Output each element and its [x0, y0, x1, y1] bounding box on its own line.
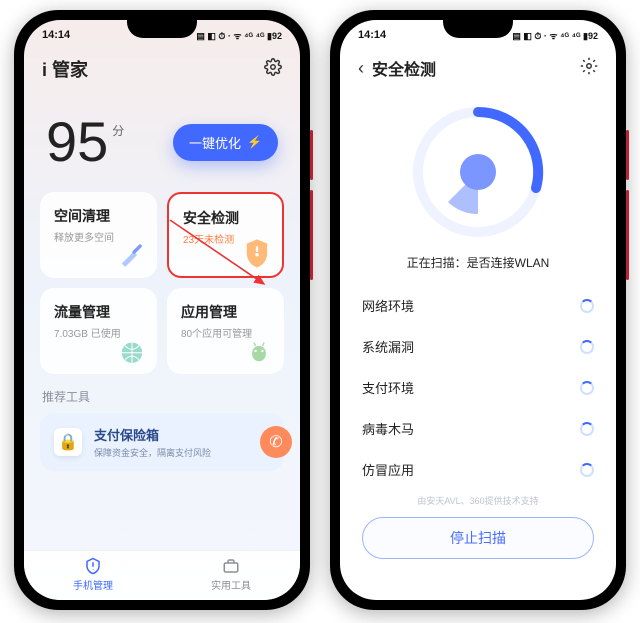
feature-grid: 空间清理 释放更多空间 安全检测 23天未检测 流量管理 7.03GB 已使用 … — [24, 192, 300, 374]
back-icon[interactable]: ‹ — [358, 58, 364, 79]
provider-credit: 由安天AVL、360提供技术支持 — [340, 490, 616, 511]
status-time: 14:14 — [358, 29, 386, 41]
spinner-icon — [580, 340, 594, 354]
spinner-icon — [580, 463, 594, 477]
gear-icon[interactable] — [264, 58, 282, 81]
spinner-icon — [580, 381, 594, 395]
scan-progress-ring — [408, 102, 548, 242]
shield-warn-icon — [240, 236, 274, 270]
check-row: 仿冒应用 — [362, 449, 594, 490]
spinner-icon — [580, 422, 594, 436]
phone-left: 14:14 ▤ ◧ ⏱ · ᯤ ⁴ᴳ ⁴ᴳ ▮92 i 管家 95 分 一键优化… — [14, 10, 310, 610]
app-title: i 管家 — [42, 56, 88, 82]
bottom-nav: 手机管理 实用工具 — [24, 550, 300, 600]
check-row: 网络环境 — [362, 285, 594, 326]
check-list: 网络环境 系统漏洞 支付环境 病毒木马 仿冒应用 — [340, 279, 616, 490]
bolt-icon: ⚡ — [247, 135, 262, 149]
check-row: 支付环境 — [362, 367, 594, 408]
phone-right: 14:14 ▤ ◧ ⏱ · ᯤ ⁴ᴳ ⁴ᴳ ▮92 ‹ 安全检测 — [330, 10, 626, 610]
page-title: 安全检测 — [372, 56, 436, 80]
check-row: 病毒木马 — [362, 408, 594, 449]
globe-icon — [115, 334, 149, 368]
card-data[interactable]: 流量管理 7.03GB 已使用 — [40, 288, 157, 374]
status-icons: ▤ ◧ ⏱ · ᯤ ⁴ᴳ ⁴ᴳ ▮92 — [196, 29, 282, 42]
phone-fab-icon[interactable]: ✆ — [260, 426, 292, 458]
broom-icon — [115, 238, 149, 272]
card-storage[interactable]: 空间清理 释放更多空间 — [40, 192, 157, 278]
toolbox-icon — [222, 557, 240, 575]
status-time: 14:14 — [42, 29, 70, 41]
recommended-header: 推荐工具 — [24, 374, 300, 409]
scan-status-label: 正在扫描：是否连接WLAN — [407, 254, 550, 271]
card-security[interactable]: 安全检测 23天未检测 — [167, 192, 284, 278]
spinner-icon — [580, 299, 594, 313]
shield-icon — [84, 557, 102, 575]
optimize-button[interactable]: 一键优化 ⚡ — [173, 124, 278, 161]
status-icons: ▤ ◧ ⏱ · ᯤ ⁴ᴳ ⁴ᴳ ▮92 — [512, 29, 598, 42]
promo-payment-safe[interactable]: 🔒 支付保险箱 保障资金安全，隔离支付风险 ✆ — [40, 413, 284, 471]
android-icon — [242, 334, 276, 368]
tab-tools[interactable]: 实用工具 — [162, 551, 300, 600]
gear-icon[interactable] — [580, 57, 598, 80]
safe-icon: 🔒 — [54, 428, 82, 456]
health-score: 95 分 — [46, 114, 124, 170]
stop-scan-button[interactable]: 停止扫描 — [362, 517, 594, 559]
card-apps[interactable]: 应用管理 80个应用可管理 — [167, 288, 284, 374]
check-row: 系统漏洞 — [362, 326, 594, 367]
tab-phone-manage[interactable]: 手机管理 — [24, 551, 162, 600]
